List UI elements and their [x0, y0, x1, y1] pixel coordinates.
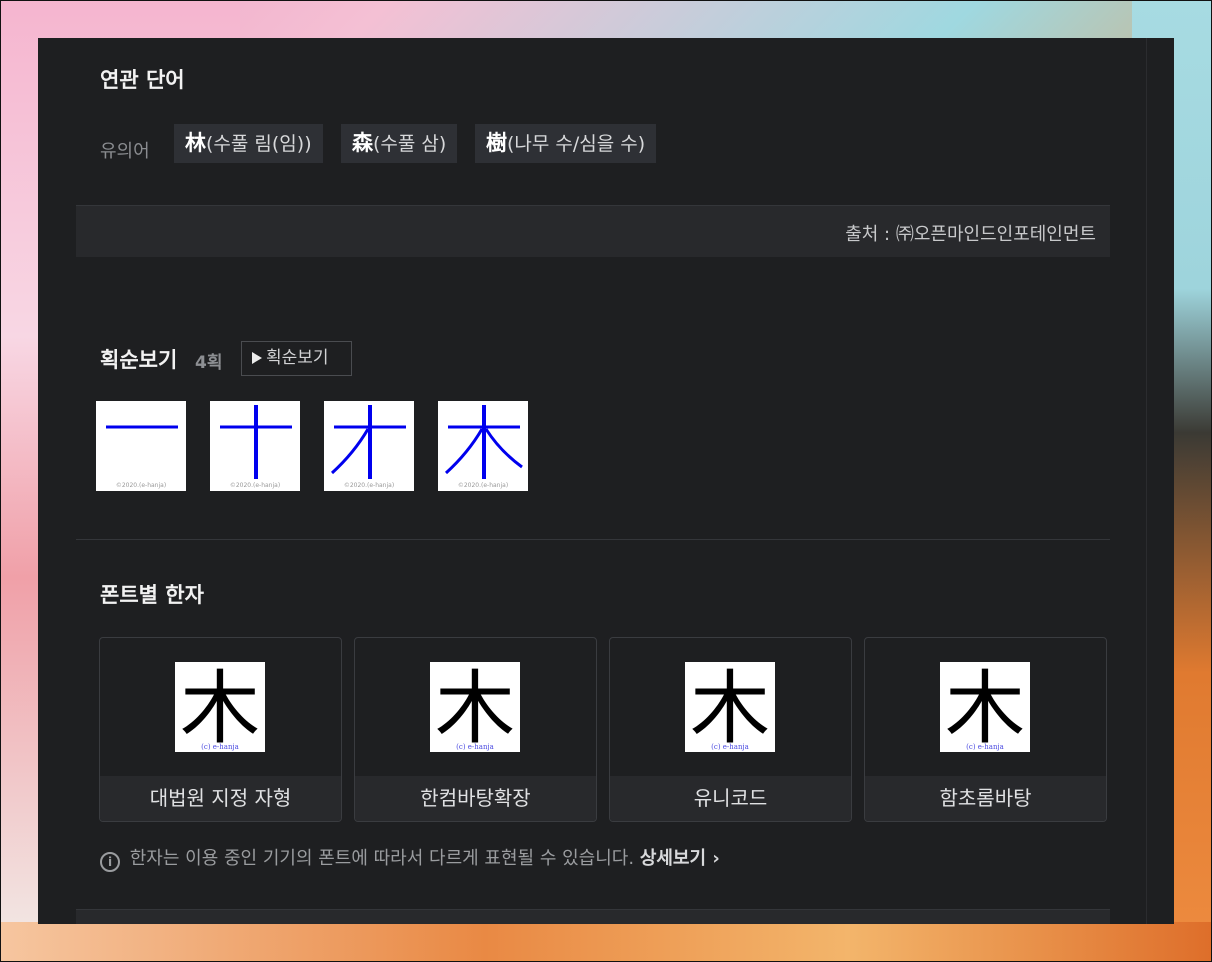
glyph-watermark: (c) e-hanja [456, 743, 494, 751]
play-icon [252, 352, 262, 364]
synonym-reading: (수풀 림(임)) [206, 133, 312, 155]
stroke-step-4: ©2020.(e-hanja) [438, 401, 528, 491]
stroke-step-3: ©2020.(e-hanja) [324, 401, 414, 491]
panel-edge [1146, 38, 1147, 924]
source-bar: 출처 : ㈜오픈마인드인포테인먼트 [76, 205, 1110, 257]
font-glyph-image: 木 (c) e-hanja [685, 662, 775, 752]
stroke-watermark: ©2020.(e-hanja) [344, 482, 394, 489]
synonym-reading: (나무 수/심을 수) [507, 133, 646, 155]
font-card-4[interactable]: 木 (c) e-hanja 함초롬바탕 [864, 637, 1107, 822]
synonym-chip-3[interactable]: 樹(나무 수/심을 수) [475, 124, 657, 163]
stroke-count: 4획 [195, 353, 223, 373]
play-button-label: 획순보기 [266, 348, 329, 368]
font-glyph: 木 [690, 666, 770, 752]
synonym-hanja: 森 [352, 131, 373, 155]
font-card-1[interactable]: 木 (c) e-hanja 대법원 지정 자형 [99, 637, 342, 822]
font-name: 유니코드 [610, 776, 851, 821]
section-divider [76, 539, 1110, 540]
glyph-watermark: (c) e-hanja [711, 743, 749, 751]
fonts-title: 폰트별 한자 [100, 583, 204, 607]
chevron-right-icon: › [712, 848, 720, 869]
font-glyph: 木 [180, 662, 260, 752]
synonym-hanja: 林 [185, 131, 206, 155]
stroke-step-1: ©2020.(e-hanja) [96, 401, 186, 491]
font-glyph: 木 [435, 662, 515, 752]
font-glyph-image: 木 (c) e-hanja [430, 662, 520, 752]
source-text: 출처 : ㈜오픈마인드인포테인먼트 [845, 224, 1096, 245]
font-card-2[interactable]: 木 (c) e-hanja 한컴바탕확장 [354, 637, 597, 822]
font-glyph: 木 [945, 662, 1025, 752]
stroke-watermark: ©2020.(e-hanja) [230, 482, 280, 489]
font-name: 한컴바탕확장 [355, 776, 596, 821]
font-name: 대법원 지정 자형 [100, 776, 341, 821]
font-glyph-image: 木 (c) e-hanja [940, 662, 1030, 752]
synonym-hanja: 樹 [486, 131, 507, 155]
hanja-detail-panel: 연관 단어 유의어 林(수풀 림(임)) 森(수풀 삼) 樹(나무 수/심을 수… [38, 38, 1174, 924]
font-card-3[interactable]: 木 (c) e-hanja 유니코드 [609, 637, 852, 822]
glyph-watermark: (c) e-hanja [966, 743, 1004, 751]
font-name: 함초롬바탕 [865, 776, 1106, 821]
synonym-chip-1[interactable]: 林(수풀 림(임)) [174, 124, 323, 163]
font-notice: i 한자는 이용 중인 기기의 폰트에 따라서 다르게 표현될 수 있습니다. … [100, 844, 720, 872]
synonym-chip-2[interactable]: 森(수풀 삼) [341, 124, 458, 163]
synonym-label: 유의어 [100, 141, 150, 162]
notice-text: 한자는 이용 중인 기기의 폰트에 따라서 다르게 표현될 수 있습니다. [129, 848, 635, 869]
detail-link-label: 상세보기 [639, 848, 707, 869]
stroke-watermark: ©2020.(e-hanja) [116, 482, 166, 489]
stroke-watermark: ©2020.(e-hanja) [458, 482, 508, 489]
font-glyph-image: 木 (c) e-hanja [175, 662, 265, 752]
synonym-reading: (수풀 삼) [373, 133, 447, 155]
next-section-bar [76, 909, 1110, 924]
stroke-order-title: 획순보기 [100, 348, 178, 372]
glyph-watermark: (c) e-hanja [201, 743, 239, 751]
stroke-step-2: ©2020.(e-hanja) [210, 401, 300, 491]
detail-link[interactable]: 상세보기 › [640, 848, 720, 869]
info-icon: i [100, 852, 120, 872]
play-stroke-order-button[interactable]: 획순보기 [241, 341, 352, 376]
related-words-title: 연관 단어 [100, 68, 185, 92]
background-bottom [0, 922, 1212, 962]
